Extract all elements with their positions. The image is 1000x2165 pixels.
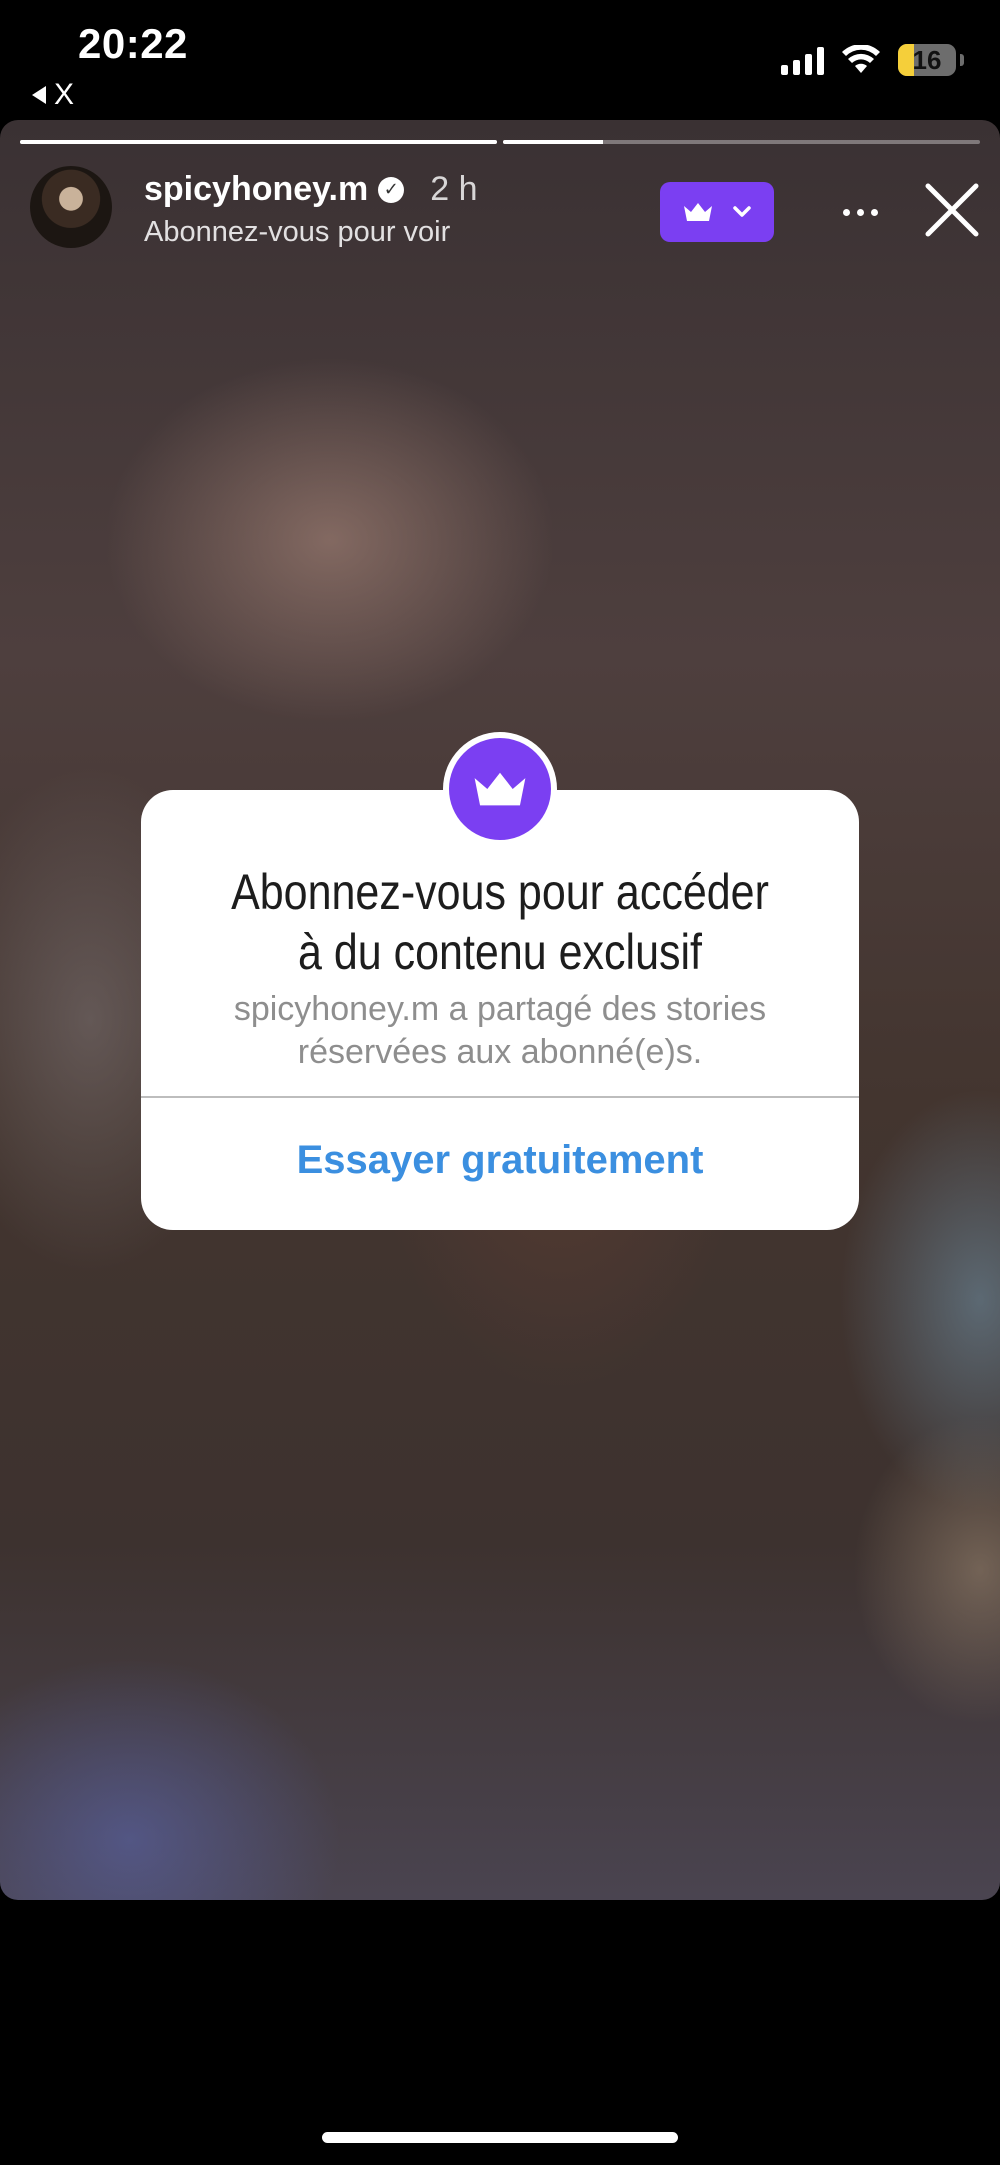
username-text: spicyhoney.m [144,170,369,208]
progress-fill [503,140,604,144]
wifi-icon [842,45,880,73]
avatar[interactable] [30,166,112,248]
subscribe-dialog: Abonnez-vous pour accéder à du contenu e… [141,790,859,1230]
progress-segment [503,140,980,144]
dialog-title-line: à du contenu exclusif [297,924,702,980]
story-header: spicyhoney.m ✓ 2 h Abonnez-vous pour voi… [30,166,980,256]
try-free-button[interactable]: Essayer gratuitement [141,1138,859,1183]
crown-icon [684,203,712,221]
progress-segment [20,140,497,144]
battery-icon: 16 [898,44,956,76]
status-icons: 16 [781,44,964,76]
progress-fill [20,140,497,144]
story-time-ago: 2 h [430,170,478,208]
more-options-button[interactable] [830,192,890,232]
signal-icon [781,45,824,75]
crown-icon [474,772,526,806]
back-app-label: X [54,78,75,111]
back-arrow-icon [32,86,46,104]
story-username[interactable]: spicyhoney.m ✓ 2 h [144,170,478,209]
back-to-app-link[interactable]: X [32,78,74,112]
close-icon[interactable] [920,178,984,242]
dialog-title: Abonnez-vous pour accéder à du contenu e… [191,862,808,982]
story-progress [20,140,980,144]
story-subtitle: Abonnez-vous pour voir [144,216,451,248]
status-time: 20:22 [78,20,188,67]
crown-badge [443,732,557,846]
chevron-down-icon [733,206,751,217]
divider [141,1096,859,1098]
battery-tip [960,54,964,66]
home-indicator[interactable] [322,2132,678,2143]
verified-icon: ✓ [378,176,405,203]
battery-level: 16 [912,44,942,75]
subscription-button[interactable] [660,182,774,242]
dialog-description: spicyhoney.m a partagé des stories réser… [233,990,767,1071]
dialog-title-line: Abonnez-vous pour accéder [231,864,769,920]
